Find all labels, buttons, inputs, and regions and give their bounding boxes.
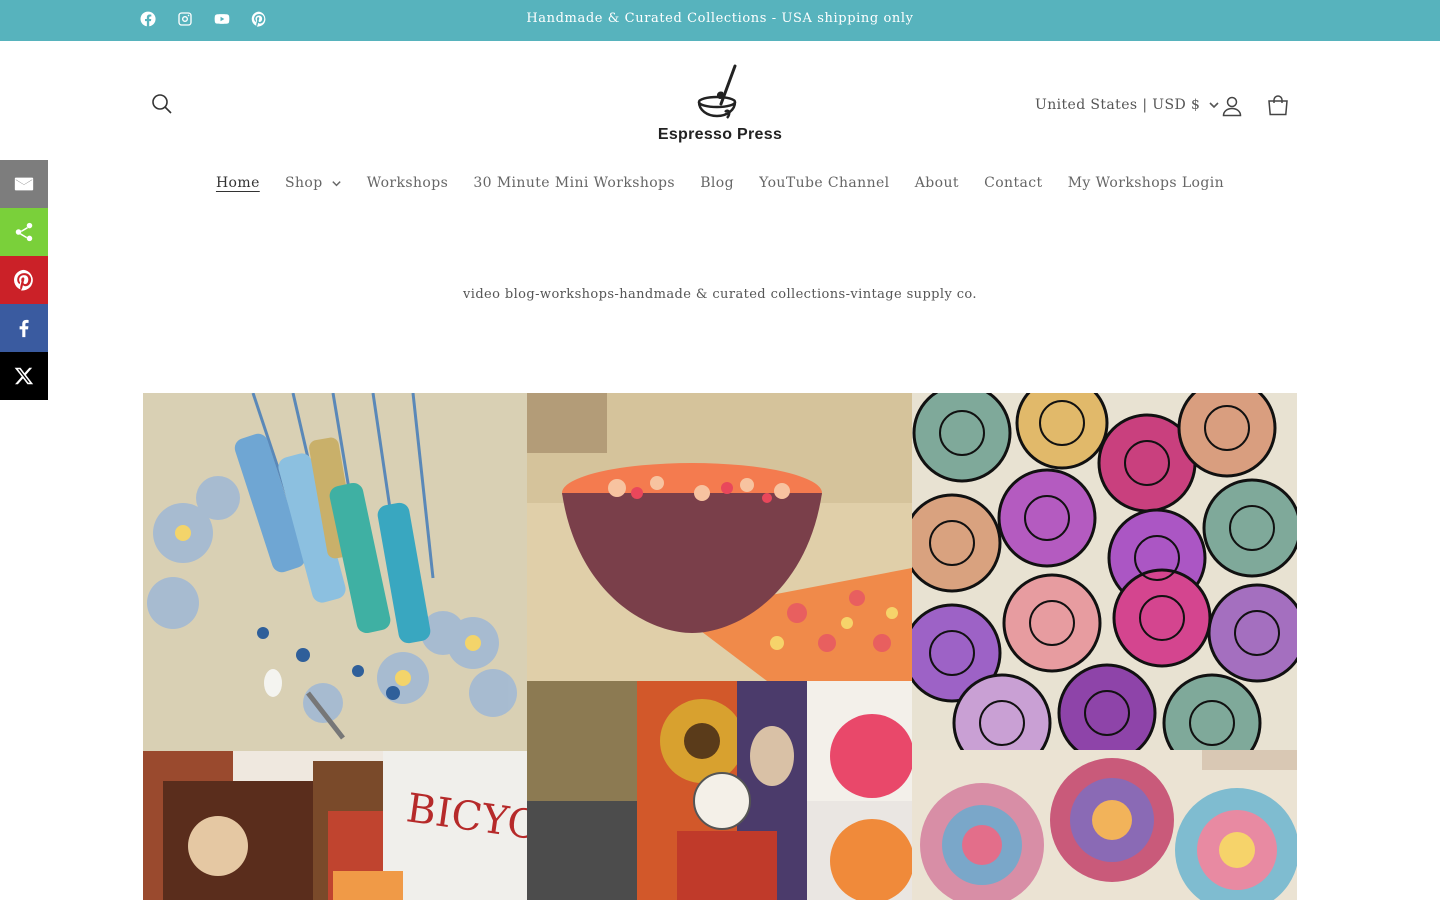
x-icon xyxy=(14,367,34,385)
main-nav: Home Shop Workshops 30 Minute Mini Works… xyxy=(0,175,1440,191)
nav-item-my-workshops-login[interactable]: My Workshops Login xyxy=(1055,175,1237,191)
gallery-image-decoupage-bowl[interactable] xyxy=(527,393,912,681)
nav-item-workshops[interactable]: Workshops xyxy=(354,175,461,191)
nav-item-shop[interactable]: Shop xyxy=(272,175,354,191)
nav-item-home[interactable]: Home xyxy=(203,175,272,191)
nav-label: Workshops xyxy=(366,175,449,191)
search-icon[interactable] xyxy=(150,92,180,122)
site-tagline: video blog-workshops-handmade & curated … xyxy=(463,287,977,302)
nav-label: YouTube Channel xyxy=(759,175,890,191)
nav-label: My Workshops Login xyxy=(1067,175,1225,191)
nav-item-contact[interactable]: Contact xyxy=(972,175,1056,191)
share-icon xyxy=(15,222,33,242)
gallery-image-paper-bead-necklaces[interactable] xyxy=(143,393,527,751)
email-share-button[interactable] xyxy=(0,160,48,208)
nav-label: Shop xyxy=(284,175,323,191)
facebook-icon xyxy=(19,319,29,338)
gallery-image-vintage-cards-collage[interactable]: BICYCLE xyxy=(143,751,527,900)
nav-label: Contact xyxy=(984,175,1043,191)
share-sidebar xyxy=(0,160,48,400)
account-icon[interactable] xyxy=(1220,94,1246,120)
nav-label: Home xyxy=(215,175,260,191)
pinterest-icon xyxy=(14,269,33,291)
email-icon xyxy=(14,177,34,191)
nav-item-blog[interactable]: Blog xyxy=(688,175,747,191)
chevron-down-icon xyxy=(1209,102,1219,109)
announcement-bar: Handmade & Curated Collections - USA shi… xyxy=(0,0,1440,41)
nav-label: 30 Minute Mini Workshops xyxy=(473,175,676,191)
nav-item-mini-workshops[interactable]: 30 Minute Mini Workshops xyxy=(461,175,688,191)
gallery-image-mandala-discs[interactable] xyxy=(912,393,1297,750)
announcement-text: Handmade & Curated Collections - USA shi… xyxy=(526,11,914,26)
brand-logo[interactable]: Espresso Press xyxy=(640,64,800,148)
brand-name: Espresso Press xyxy=(657,126,783,143)
pinterest-share-button[interactable] xyxy=(0,256,48,304)
gallery-image-fabric-rosettes[interactable] xyxy=(912,750,1297,900)
nav-item-about[interactable]: About xyxy=(902,175,971,191)
facebook-share-button[interactable] xyxy=(0,304,48,352)
espresso-cup-logo-icon xyxy=(697,64,737,119)
x-share-button[interactable] xyxy=(0,352,48,400)
generic-share-button[interactable] xyxy=(0,208,48,256)
nav-label: Blog xyxy=(700,175,734,191)
chevron-down-icon xyxy=(331,180,341,186)
country-currency-selector[interactable]: United States | USD $ xyxy=(1035,97,1220,113)
country-currency-label: United States | USD $ xyxy=(1035,97,1201,113)
gallery-image-ephemera-collage[interactable] xyxy=(527,681,912,900)
cart-icon[interactable] xyxy=(1266,94,1292,120)
nav-label: About xyxy=(914,175,959,191)
nav-item-youtube-channel[interactable]: YouTube Channel xyxy=(747,175,903,191)
